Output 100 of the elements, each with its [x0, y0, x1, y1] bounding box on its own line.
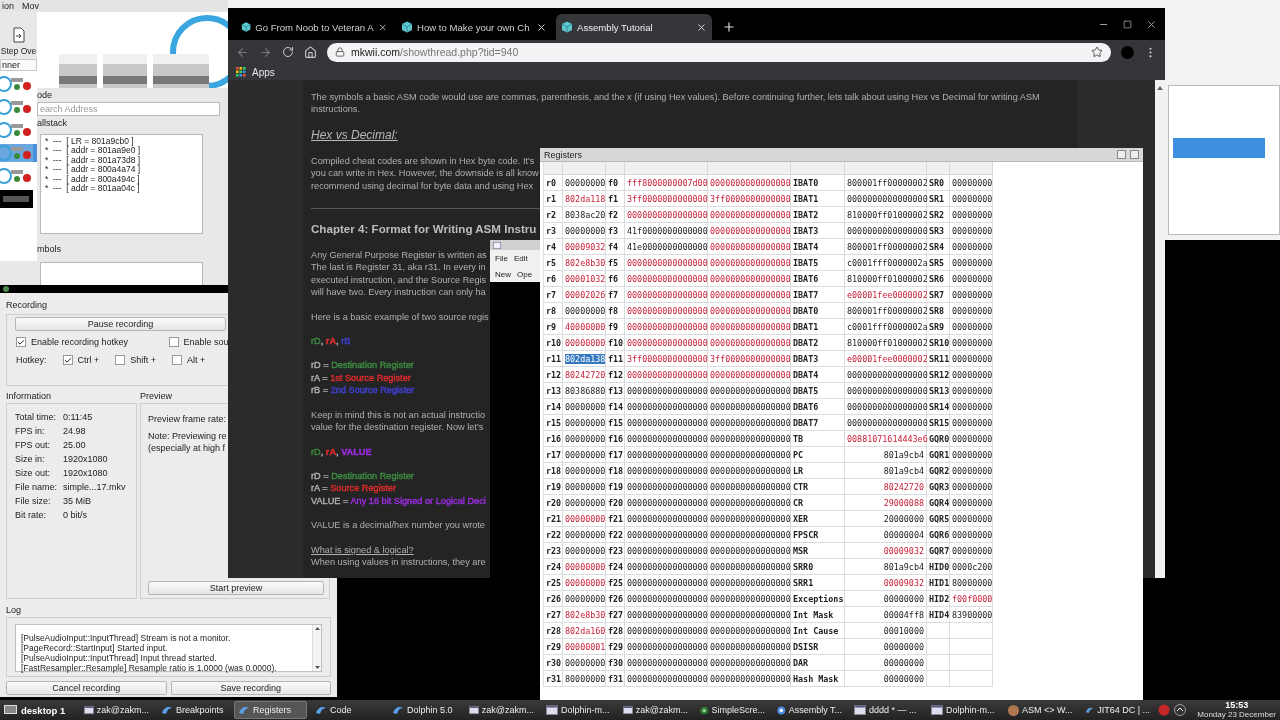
register-value[interactable]: 00881071614443e6	[845, 431, 927, 447]
address-bar[interactable]: mkwii.com/showthread.php?tid=940	[327, 42, 1111, 62]
register-value[interactable]: f00f0000	[950, 591, 993, 607]
register-value[interactable]: 802e8b30	[563, 607, 606, 623]
register-value[interactable]: 41f0000000000000	[625, 223, 708, 239]
new-tab-icon[interactable]	[722, 20, 736, 34]
desktop-switcher[interactable]: desktop 1	[4, 704, 76, 716]
taskbar-button[interactable]: Dolphin 5.0	[388, 701, 461, 719]
register-value[interactable]: 801a9cb4	[845, 559, 927, 575]
toolbar-button[interactable]: Ope	[517, 269, 533, 279]
register-value[interactable]: 00000000	[950, 207, 993, 223]
register-value[interactable]: 0000000000000000	[625, 255, 708, 271]
register-value[interactable]: 00000000	[563, 495, 606, 511]
register-value[interactable]: 0000000000000000	[708, 447, 791, 463]
register-value[interactable]: 00000000	[950, 255, 993, 271]
register-value[interactable]: 00000000	[845, 671, 927, 687]
register-value[interactable]: 0000000000000000	[708, 527, 791, 543]
register-value[interactable]: 0000000000000000	[625, 655, 708, 671]
register-value[interactable]: 00000000	[950, 511, 993, 527]
register-value[interactable]: 0000000000000000	[625, 671, 708, 687]
register-value[interactable]: 00001032	[563, 271, 606, 287]
register-value[interactable]: 0000000000000000	[625, 623, 708, 639]
register-value[interactable]: 0000000000000000	[625, 367, 708, 383]
register-value[interactable]: 0000000000000000	[708, 415, 791, 431]
register-value[interactable]: 0000000000000000	[625, 559, 708, 575]
callstack-entry[interactable]: * --- [ addr = 801aa04c ]	[45, 184, 198, 194]
register-value[interactable]: e00001fee0000002	[845, 351, 927, 367]
checkbox[interactable]	[168, 337, 179, 347]
register-value[interactable]: 8038ac20	[563, 207, 606, 223]
register-value[interactable]: fff8000000007d00	[625, 175, 708, 191]
register-value[interactable]: 0000000000000000	[708, 575, 791, 591]
register-value[interactable]: 00000000	[563, 463, 606, 479]
register-value[interactable]: e00001fee0000002	[845, 287, 927, 303]
taskbar-button[interactable]: Dolphin-m...	[542, 701, 615, 719]
browser-tab[interactable]: How to Make your own Ch	[396, 14, 552, 40]
taskbar-button[interactable]: ASM <> W...	[1004, 701, 1077, 719]
callstack-entry[interactable]: * --- [ addr = 800a4a74 ]	[45, 165, 198, 175]
search-field[interactable]: earch Address	[37, 102, 220, 116]
register-value[interactable]: 0000000000000000	[625, 591, 708, 607]
register-value[interactable]: 801a9cb4	[845, 463, 927, 479]
register-value[interactable]: 0000000000000000	[625, 271, 708, 287]
register-value[interactable]: 0000000000000000	[708, 607, 791, 623]
register-value[interactable]: 00009032	[563, 239, 606, 255]
register-value[interactable]: 00000000	[563, 575, 606, 591]
register-value[interactable]: 00000000	[563, 399, 606, 415]
taskbar-button[interactable]: zak@zakm...	[619, 701, 692, 719]
register-value[interactable]: 00000000	[950, 223, 993, 239]
scroll-up-icon[interactable]	[314, 627, 320, 630]
register-value[interactable]: 00009032	[845, 543, 927, 559]
register-value[interactable]: 00000000	[563, 655, 606, 671]
register-value[interactable]: 00009032	[845, 575, 927, 591]
register-value[interactable]: 0000000000000000	[708, 271, 791, 287]
register-value[interactable]: 00000000	[950, 319, 993, 335]
register-value[interactable]: 00000000	[950, 543, 993, 559]
register-value[interactable]: 0000000000000000	[625, 287, 708, 303]
register-value[interactable]: 00000000	[950, 495, 993, 511]
register-value[interactable]: 0000000000000000	[708, 223, 791, 239]
close-icon[interactable]	[1146, 18, 1157, 30]
checkbox[interactable]	[115, 355, 126, 365]
taskbar-button[interactable]: JIT64 DC | ...	[1081, 701, 1154, 719]
register-value[interactable]: 00000000	[950, 415, 993, 431]
register-value[interactable]: 00000000	[563, 527, 606, 543]
register-value[interactable]: 0000000000000000	[708, 495, 791, 511]
register-value[interactable]: 3ff0000000000000	[708, 191, 791, 207]
scroll-up-icon[interactable]	[1157, 86, 1163, 90]
register-value[interactable]: 802da160	[563, 623, 606, 639]
save-recording-button[interactable]: Save recording	[170, 681, 331, 695]
register-value[interactable]: c0001fff0000002a	[845, 319, 927, 335]
register-value[interactable]: 0000000000000000	[708, 431, 791, 447]
taskbar-button[interactable]: Breakpoints	[157, 701, 230, 719]
register-value[interactable]: 0000000000000000	[845, 415, 927, 431]
home-icon[interactable]	[304, 45, 317, 59]
register-value[interactable]: 800001ff00000002	[845, 239, 927, 255]
register-value[interactable]: 0000000000000000	[708, 303, 791, 319]
maximize-icon[interactable]	[1123, 19, 1132, 29]
register-value[interactable]: 3ff0000000000000	[625, 191, 708, 207]
checkbox[interactable]	[172, 355, 183, 365]
register-value[interactable]: 00000000	[950, 271, 993, 287]
register-value[interactable]: 0000000000000000	[625, 431, 708, 447]
register-value[interactable]: 0000000000000000	[845, 383, 927, 399]
register-value[interactable]: 00000000	[950, 383, 993, 399]
register-value[interactable]: 41e0000000000000	[625, 239, 708, 255]
register-value[interactable]: 80000000	[563, 671, 606, 687]
bookmark[interactable]: Apps	[236, 66, 275, 78]
register-value[interactable]: 00000000	[563, 479, 606, 495]
record-icon[interactable]	[1158, 704, 1170, 716]
register-value[interactable]: 0000c200	[950, 559, 993, 575]
reload-icon[interactable]	[282, 46, 294, 58]
register-value[interactable]: 0000000000000000	[708, 655, 791, 671]
register-value[interactable]: 800001ff00000002	[845, 175, 927, 191]
browser-tab[interactable]: Go From Noob to Veteran A	[236, 14, 392, 40]
register-value[interactable]: 0000000000000000	[708, 511, 791, 527]
register-value[interactable]: 00000000	[950, 447, 993, 463]
taskbar-button[interactable]: dddd * — ...	[850, 701, 923, 719]
taskbar-button[interactable]: Registers	[234, 701, 307, 719]
register-value[interactable]: 0000000000000000	[625, 575, 708, 591]
register-value[interactable]: 0000000000000000	[625, 607, 708, 623]
register-value[interactable]: 00000000	[950, 367, 993, 383]
register-value[interactable]: 0000000000000000	[708, 639, 791, 655]
cancel-recording-button[interactable]: Cancel recording	[6, 681, 167, 695]
